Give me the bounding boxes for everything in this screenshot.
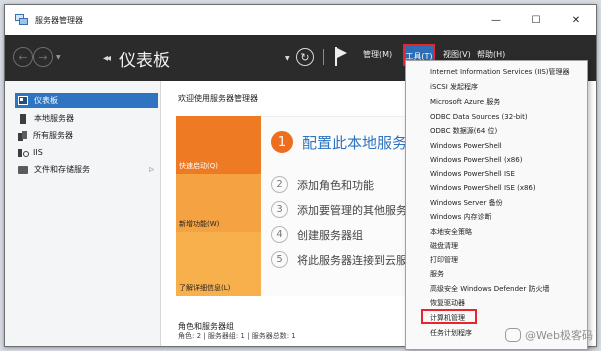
dashboard-icon: [18, 96, 28, 105]
welcome-heading: 欢迎使用服务器管理器: [178, 94, 258, 103]
refresh-icon[interactable]: ↻: [296, 48, 314, 66]
menu-item-powershell-ise[interactable]: Windows PowerShell ISE: [406, 168, 587, 180]
step-add-servers[interactable]: 3 添加要管理的其他服务器: [271, 201, 418, 218]
menu-item-powershell-ise-x86[interactable]: Windows PowerShell ISE (x86): [406, 182, 587, 194]
window-title: 服务器管理器: [35, 15, 83, 25]
tile-label: 新增功能(W): [179, 220, 220, 228]
tile-learn-more[interactable]: 了解详细信息(L): [176, 232, 261, 296]
menu-manage[interactable]: 管理(M): [363, 49, 392, 60]
menu-help[interactable]: 帮助(H): [477, 49, 505, 60]
page-title: 仪表板: [119, 51, 170, 70]
menu-item-disk-cleanup[interactable]: 磁盘清理: [406, 240, 587, 252]
iis-icon: [18, 148, 29, 157]
server-icon: [20, 113, 26, 124]
tile-new-features[interactable]: 新增功能(W): [176, 174, 261, 232]
folder-icon: [18, 165, 28, 174]
expand-chevron-icon[interactable]: ▷: [149, 166, 154, 173]
sidebar-item-label: 文件和存储服务: [34, 165, 90, 174]
menu-item-azure[interactable]: Microsoft Azure 服务: [406, 96, 587, 108]
sidebar-item-local-server[interactable]: 本地服务器: [15, 111, 158, 126]
sidebar-item-label: 仪表板: [34, 96, 58, 105]
tile-label: 了解详细信息(L): [179, 284, 231, 292]
menu-item-iis-manager[interactable]: Internet Information Services (IIS)管理器: [406, 66, 587, 78]
servers-icon: [18, 130, 27, 141]
step-link[interactable]: 将此服务器连接到云服务: [297, 252, 418, 268]
sidebar: 仪表板 本地服务器 所有服务器 IIS 文件和存储服务 ▷: [5, 81, 161, 346]
history-dropdown-icon[interactable]: ▼: [56, 54, 61, 61]
step-number: 5: [271, 251, 288, 268]
menu-item-defender-firewall[interactable]: 高级安全 Windows Defender 防火墙: [406, 283, 587, 295]
refresh-dropdown-icon[interactable]: ▼: [285, 55, 290, 62]
highlight-box-computer-management: [421, 309, 477, 324]
window-controls: — ☐ ✕: [476, 5, 596, 35]
step-link[interactable]: 添加角色和功能: [297, 177, 374, 193]
breadcrumb-arrows-icon: ◂◂: [103, 53, 111, 64]
menu-item-odbc-64[interactable]: ODBC 数据源(64 位): [406, 125, 587, 137]
menu-item-server-backup[interactable]: Windows Server 备份: [406, 197, 587, 209]
step-configure-local-server[interactable]: 1 配置此本地服务器: [271, 131, 422, 153]
title-bar: 服务器管理器 — ☐ ✕: [5, 5, 596, 35]
menu-item-recovery-drive[interactable]: 恢复驱动器: [406, 297, 587, 309]
step-connect-cloud[interactable]: 5 将此服务器连接到云服务: [271, 251, 418, 268]
notifications-flag-icon[interactable]: [335, 47, 347, 66]
step-number: 4: [271, 226, 288, 243]
menu-item-odbc-32[interactable]: ODBC Data Sources (32-bit): [406, 111, 587, 123]
toolbar-divider: [323, 49, 324, 65]
watermark: @Web极客码: [505, 327, 593, 343]
step-link[interactable]: 添加要管理的其他服务器: [297, 202, 418, 218]
menu-view[interactable]: 视图(V): [443, 49, 471, 60]
sidebar-item-iis[interactable]: IIS: [15, 145, 158, 160]
menu-item-print-management[interactable]: 打印管理: [406, 254, 587, 266]
step-number: 1: [271, 131, 293, 153]
sidebar-item-file-storage[interactable]: 文件和存储服务 ▷: [15, 162, 158, 177]
menu-item-iscsi[interactable]: iSCSI 发起程序: [406, 81, 587, 93]
menu-item-local-security-policy[interactable]: 本地安全策略: [406, 226, 587, 238]
step-link[interactable]: 创建服务器组: [297, 227, 363, 243]
sidebar-item-dashboard[interactable]: 仪表板: [15, 93, 158, 108]
menu-item-services[interactable]: 服务: [406, 268, 587, 280]
step-number: 3: [271, 201, 288, 218]
menu-item-memory-diagnostic[interactable]: Windows 内存诊断: [406, 211, 587, 223]
sidebar-item-all-servers[interactable]: 所有服务器: [15, 128, 158, 143]
step-create-group[interactable]: 4 创建服务器组: [271, 226, 363, 243]
sidebar-item-label: 本地服务器: [34, 114, 74, 123]
sidebar-item-label: IIS: [33, 148, 43, 157]
close-button[interactable]: ✕: [556, 5, 596, 35]
tools-dropdown-menu: Internet Information Services (IIS)管理器 i…: [405, 60, 588, 350]
maximize-button[interactable]: ☐: [516, 5, 556, 35]
menu-item-powershell[interactable]: Windows PowerShell: [406, 140, 587, 152]
tile-quick-start[interactable]: 快速启动(Q): [176, 116, 261, 174]
minimize-button[interactable]: —: [476, 5, 516, 35]
step-link[interactable]: 配置此本地服务器: [302, 132, 422, 153]
watermark-text: @Web极客码: [525, 329, 593, 342]
sidebar-item-label: 所有服务器: [33, 131, 73, 140]
roles-groups-summary: 角色: 2 | 服务器组: 1 | 服务器总数: 1: [178, 332, 296, 340]
menu-item-powershell-x86[interactable]: Windows PowerShell (x86): [406, 154, 587, 166]
tile-label: 快速启动(Q): [179, 162, 218, 170]
step-number: 2: [271, 176, 288, 193]
step-add-roles[interactable]: 2 添加角色和功能: [271, 176, 374, 193]
forward-arrow-icon[interactable]: →: [33, 47, 53, 67]
chat-bubble-icon: [505, 328, 522, 342]
server-manager-app-icon: [15, 14, 29, 26]
back-arrow-icon[interactable]: ←: [13, 47, 33, 67]
